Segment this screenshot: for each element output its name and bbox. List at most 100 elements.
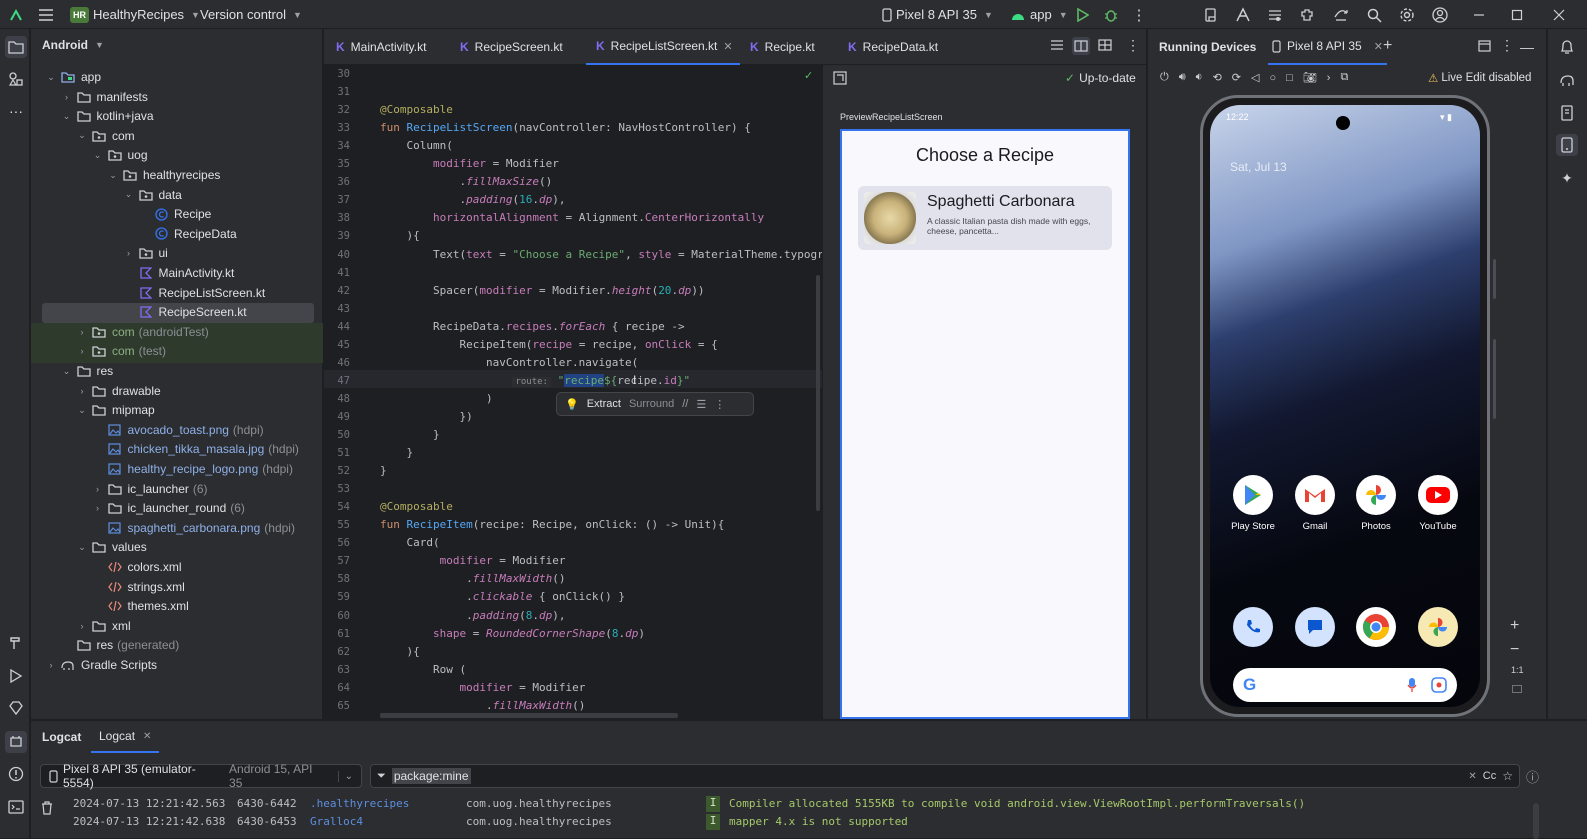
chevron-right-icon[interactable]: › — [45, 660, 57, 670]
chevron-down-icon[interactable]: ⌄ — [123, 189, 135, 200]
version-control-menu[interactable]: Version control ▼ — [200, 0, 302, 29]
photos-widget-icon[interactable] — [1418, 607, 1458, 647]
app-quality-insights-icon[interactable] — [5, 697, 27, 719]
tree-item[interactable]: colors.xml — [92, 557, 182, 577]
sync-gradle-icon[interactable] — [1332, 6, 1350, 24]
chevron-right-icon[interactable]: › — [76, 327, 88, 337]
clear-filter-icon[interactable]: ✕ — [1468, 771, 1476, 782]
tree-item[interactable]: › manifests — [61, 87, 148, 107]
photos-icon[interactable] — [1356, 475, 1396, 515]
tree-item[interactable]: › drawable — [76, 381, 161, 401]
rotate-right-icon[interactable]: ⟳ — [1232, 71, 1241, 84]
run-icon[interactable] — [1074, 6, 1092, 24]
tree-item[interactable]: › ui — [123, 243, 168, 263]
split-view-icon[interactable] — [1072, 37, 1090, 55]
logcat-filter-input[interactable]: ⏷ package:mine ✕ Cc ☆ — [370, 764, 1520, 788]
main-menu-icon[interactable] — [36, 5, 56, 25]
chevron-down-icon[interactable]: ⌄ — [76, 542, 88, 553]
chevron-right-icon[interactable]: › — [76, 386, 88, 396]
tree-item[interactable]: ⌄ kotlin+java — [61, 106, 154, 126]
favorite-star-icon[interactable]: ☆ — [1502, 769, 1513, 783]
zoom-actual-size[interactable]: 1:1 — [1511, 665, 1524, 675]
more-tools-icon[interactable]: ··· — [5, 100, 27, 122]
google-lens-icon[interactable] — [1431, 677, 1447, 693]
editor-vertical-scrollbar[interactable] — [816, 275, 820, 511]
phone-dialer-icon[interactable] — [1233, 607, 1273, 647]
tree-item[interactable]: chicken_tikka_masala.jpg (hdpi) — [92, 439, 299, 459]
running-devices-tool-icon[interactable] — [1556, 134, 1578, 156]
chevron-down-icon[interactable]: ⌄ — [76, 405, 88, 416]
layout-icon[interactable] — [1478, 40, 1491, 52]
build-hammer-icon[interactable] — [5, 632, 27, 654]
logcat-device-selector[interactable]: Pixel 8 API 35 (emulator-5554) Android 1… — [40, 762, 362, 790]
tree-item[interactable]: MainActivity.kt — [123, 263, 234, 283]
problems-icon[interactable] — [5, 763, 27, 785]
terminal-icon[interactable] — [5, 796, 27, 818]
run-tool-icon[interactable] — [5, 665, 27, 687]
help-icon[interactable]: ⓘ — [1526, 767, 1539, 786]
add-device-icon[interactable]: + — [1383, 37, 1392, 55]
tree-item[interactable]: › com (androidTest) — [76, 322, 209, 342]
tree-item[interactable]: ⌄ uog — [92, 145, 148, 165]
gemini-sparkle-icon[interactable]: ✦ — [1556, 167, 1578, 189]
tree-item[interactable]: healthy_recipe_logo.png (hdpi) — [92, 459, 293, 479]
logcat-tool-icon[interactable] — [5, 731, 27, 753]
gradle-elephant-icon[interactable] — [1556, 69, 1578, 91]
more-tab-actions-icon[interactable]: ⋮ — [1126, 37, 1140, 54]
live-edit-status[interactable]: ⚠ Live Edit disabled — [1428, 71, 1531, 85]
back-icon[interactable]: ◁ — [1251, 71, 1259, 84]
design-view-icon[interactable] — [1098, 39, 1112, 51]
chevron-down-icon[interactable]: ⌄ — [45, 72, 57, 83]
device-file-explorer-icon[interactable] — [1556, 102, 1578, 124]
run-config-selector[interactable]: app ▼ — [1010, 0, 1068, 29]
chevron-right-icon[interactable]: › — [1327, 72, 1331, 84]
tree-item[interactable]: strings.xml — [92, 577, 185, 597]
match-case-toggle[interactable]: Cc — [1483, 770, 1496, 782]
tree-item[interactable]: Recipe — [138, 204, 211, 224]
close-tab-icon[interactable]: ✕ — [1374, 40, 1383, 53]
gmail-icon[interactable] — [1295, 475, 1335, 515]
tree-item[interactable]: ⌄ app — [45, 67, 101, 87]
minimize-window-icon[interactable] — [1470, 6, 1488, 24]
overview-icon[interactable]: □ — [1286, 72, 1293, 84]
volume-up-icon[interactable]: 🔊︎ — [1179, 71, 1186, 84]
emulator-screen[interactable]: 12:22 ▾ ▮ Sat, Jul 13 Play Store Gmail P… — [1210, 105, 1480, 707]
chevron-right-icon[interactable]: › — [76, 346, 88, 356]
tab-recipe[interactable]: K Recipe.kt — [740, 29, 825, 65]
plugins-icon[interactable] — [1298, 6, 1316, 24]
assistant-icon[interactable] — [1234, 6, 1252, 24]
tab-recipe-list-screen[interactable]: K RecipeListScreen.kt ✕ — [586, 29, 740, 65]
preview-status[interactable]: ✓ Up-to-date — [1065, 71, 1136, 85]
device-selector[interactable]: Pixel 8 API 35 ▼ — [882, 0, 993, 29]
tree-item[interactable]: › ic_launcher_round (6) — [92, 498, 245, 518]
preview-device-frame[interactable]: Choose a Recipe Spaghetti Carbonara A cl… — [840, 129, 1130, 719]
tree-item[interactable]: RecipeScreen.kt — [123, 302, 247, 322]
sdk-manager-icon[interactable] — [1266, 6, 1284, 24]
close-tab-icon[interactable]: ✕ — [723, 40, 732, 53]
extract-action[interactable]: Extract — [587, 398, 621, 410]
chevron-right-icon[interactable]: › — [92, 484, 104, 494]
tree-item[interactable]: themes.xml — [92, 596, 189, 616]
tree-item[interactable]: ⌄ mipmap — [76, 400, 154, 420]
debug-icon[interactable] — [1102, 6, 1120, 24]
device-tab-pixel-8[interactable]: Pixel 8 API 35 ✕ — [1268, 29, 1387, 65]
screenshot-icon[interactable]: 📷︎ — [1303, 71, 1317, 84]
tree-item[interactable]: avocado_toast.png (hdpi) — [92, 420, 264, 440]
tab-recipe-data[interactable]: K RecipeData.kt — [838, 29, 948, 65]
more-options-icon[interactable]: ⋮ — [1500, 37, 1514, 54]
google-search-bar[interactable]: G — [1233, 668, 1457, 702]
code-view-icon[interactable] — [1050, 39, 1064, 51]
resource-manager-icon[interactable] — [5, 68, 27, 90]
preview-layout-icon[interactable] — [833, 71, 847, 85]
play-store-icon[interactable] — [1233, 475, 1273, 515]
tree-item[interactable]: ⌄ res — [61, 361, 113, 381]
close-window-icon[interactable] — [1550, 6, 1568, 24]
chevron-down-icon[interactable]: ⌄ — [92, 150, 104, 161]
chevron-right-icon[interactable]: › — [92, 503, 104, 513]
microphone-icon[interactable] — [1407, 677, 1417, 693]
account-icon[interactable] — [1431, 6, 1449, 24]
logcat-tab[interactable]: Logcat ✕ — [91, 721, 160, 753]
rotate-left-icon[interactable]: ⟲ — [1213, 71, 1222, 84]
chevron-down-icon[interactable]: ⌄ — [107, 170, 119, 181]
tab-main-activity[interactable]: K MainActivity.kt — [326, 29, 436, 65]
